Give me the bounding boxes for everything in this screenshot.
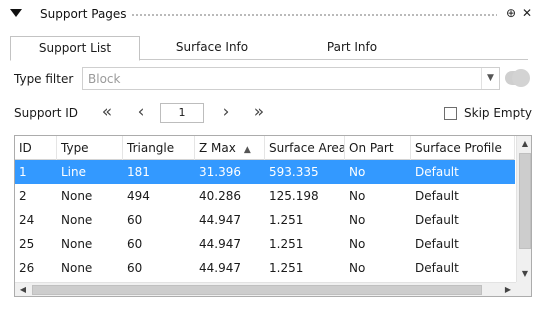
scroll-corner — [516, 282, 531, 296]
column-header-surface-area[interactable]: Surface Area — [265, 136, 345, 160]
next-page-button[interactable]: › — [215, 101, 237, 123]
tab-support-list[interactable]: Support List — [10, 36, 140, 61]
table-cell: 181 — [127, 165, 150, 179]
table-cell: No — [349, 213, 366, 227]
table-cell: 60 — [127, 261, 143, 275]
column-header-label: Surface Area — [269, 141, 345, 155]
column-header-surface-profile[interactable]: Surface Profile — [411, 136, 515, 160]
table-cell: 494 — [127, 189, 150, 203]
table-cell: Default — [415, 189, 459, 203]
toggle-knob — [512, 69, 530, 87]
support-id-label: Support ID — [14, 106, 79, 120]
table-cell: 2 — [19, 189, 27, 203]
column-header-label: Triangle — [127, 141, 175, 155]
last-page-button[interactable]: » — [248, 101, 270, 123]
table-cell: 31.396 — [199, 165, 241, 179]
column-header-label: Surface Profile — [415, 141, 502, 155]
table-row[interactable]: 24 None 60 44.947 1.251 No Default — [15, 208, 515, 232]
table-cell: 593.335 — [269, 165, 319, 179]
table-cell: 1 — [19, 165, 27, 179]
column-header-z-max[interactable]: Z Max ▲ — [195, 136, 265, 160]
type-filter-select[interactable]: Block ▼ — [82, 67, 500, 90]
vertical-scrollbar[interactable]: ▲ ▼ — [516, 136, 531, 282]
table-cell: None — [61, 237, 93, 251]
skip-empty-checkbox[interactable] — [444, 107, 457, 120]
sort-ascending-icon[interactable]: ▲ — [244, 145, 251, 155]
table-cell: Line — [61, 165, 87, 179]
table-cell: 1.251 — [269, 237, 304, 251]
table-cell: Default — [415, 261, 459, 275]
support-table: ID Type Triangle Z Max ▲ Surface Area On Part S… — [14, 135, 532, 297]
skip-empty-label: Skip Empty — [464, 106, 533, 120]
horizontal-scroll-thumb[interactable] — [32, 285, 482, 295]
table-cell: 1.251 — [269, 213, 304, 227]
scroll-up-icon[interactable]: ▲ — [517, 136, 531, 152]
scroll-right-icon[interactable]: ▶ — [500, 283, 516, 296]
table-cell: None — [61, 189, 93, 203]
close-icon[interactable]: ✕ — [520, 6, 534, 20]
type-filter-value: Block — [88, 72, 121, 86]
table-cell: No — [349, 237, 366, 251]
chevron-down-icon[interactable]: ▼ — [481, 68, 499, 89]
collapse-arrow-icon[interactable] — [10, 9, 22, 17]
table-cell: 60 — [127, 213, 143, 227]
table-cell: 60 — [127, 237, 143, 251]
page-number-input[interactable]: 1 — [160, 103, 204, 123]
table-cell: 25 — [19, 237, 35, 251]
table-cell: 44.947 — [199, 213, 241, 227]
pin-icon[interactable]: ⊕ — [504, 6, 518, 20]
table-header: ID Type Triangle Z Max ▲ Surface Area On Part S… — [15, 136, 515, 160]
table-row[interactable]: 1 Line 181 31.396 593.335 No Default — [15, 160, 515, 184]
table-cell: 1.251 — [269, 261, 304, 275]
column-header-label: Z Max — [199, 141, 236, 155]
tab-surface-info[interactable]: Surface Info — [152, 36, 272, 60]
scroll-down-icon[interactable]: ▼ — [517, 266, 531, 282]
table-cell: 24 — [19, 213, 35, 227]
previous-page-button[interactable]: ‹ — [130, 101, 152, 123]
column-header-label: Type — [61, 141, 89, 155]
table-row[interactable]: 2 None 494 40.286 125.198 No Default — [15, 184, 515, 208]
column-header-on-part[interactable]: On Part — [345, 136, 411, 160]
first-page-button[interactable]: « — [96, 101, 118, 123]
tab-part-info[interactable]: Part Info — [292, 36, 412, 60]
drag-grip[interactable] — [131, 13, 497, 18]
horizontal-scrollbar[interactable]: ◀ ▶ — [15, 282, 516, 296]
table-cell: None — [61, 213, 93, 227]
type-filter-label: Type filter — [14, 72, 74, 86]
filter-toggle[interactable] — [505, 69, 530, 87]
table-cell: 44.947 — [199, 237, 241, 251]
table-cell: 44.947 — [199, 261, 241, 275]
table-cell: 40.286 — [199, 189, 241, 203]
column-header-label: ID — [19, 141, 32, 155]
table-cell: None — [61, 261, 93, 275]
scroll-left-icon[interactable]: ◀ — [15, 283, 31, 296]
table-cell: 125.198 — [269, 189, 319, 203]
table-cell: No — [349, 165, 366, 179]
column-header-triangle[interactable]: Triangle — [123, 136, 195, 160]
tab-bar: Support List Surface Info Part Info — [10, 36, 528, 61]
table-cell: Default — [415, 213, 459, 227]
panel-titlebar: Support Pages ⊕ ✕ — [0, 0, 538, 30]
table-cell: 26 — [19, 261, 35, 275]
table-cell: Default — [415, 237, 459, 251]
table-row[interactable]: 25 None 60 44.947 1.251 No Default — [15, 232, 515, 256]
vertical-scroll-thumb[interactable] — [519, 153, 531, 249]
table-cell: No — [349, 261, 366, 275]
column-header-label: On Part — [349, 141, 394, 155]
table-cell: Default — [415, 165, 459, 179]
column-header-id[interactable]: ID — [15, 136, 57, 160]
table-cell: No — [349, 189, 366, 203]
panel-title: Support Pages — [40, 7, 127, 21]
column-header-type[interactable]: Type — [57, 136, 123, 160]
table-row[interactable]: 26 None 60 44.947 1.251 No Default — [15, 256, 515, 280]
